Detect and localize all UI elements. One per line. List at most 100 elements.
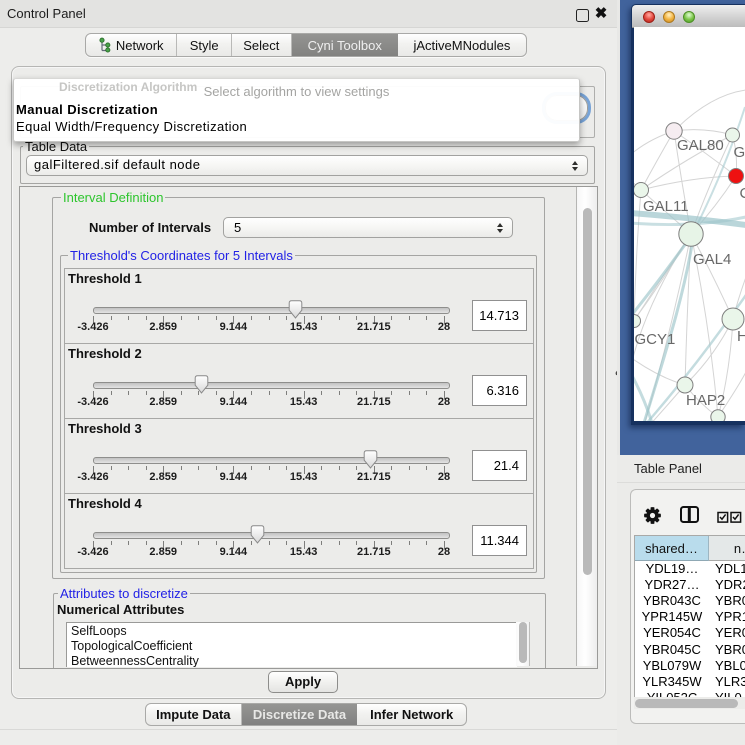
slider-tick-label: 21.715 [357, 396, 391, 408]
slider-tick [356, 316, 357, 320]
apply-button[interactable]: Apply [268, 671, 338, 693]
float-window-icon[interactable] [576, 9, 589, 22]
network-node-GAL4[interactable] [679, 222, 703, 246]
slider-tick-label: 15.43 [290, 321, 318, 333]
attributes-scrollbar-thumb[interactable] [519, 622, 527, 663]
slider-track[interactable] [93, 382, 450, 389]
network-node-RED[interactable] [729, 169, 744, 184]
threshold-slider-3[interactable] [93, 455, 448, 465]
numerical-attributes-list[interactable]: SelfLoopsTopologicalCoefficientBetweenne… [66, 622, 517, 667]
popup-item[interactable]: Equal Width/Frequency Discretization [14, 118, 581, 135]
network-node-HAP2[interactable] [677, 377, 693, 393]
threshold-title: Threshold 1 [68, 271, 142, 286]
slider-track[interactable] [93, 307, 450, 314]
node-table: shared…n… YDL19…YDL1YDR27…YDR2YBR043CYBR… [634, 535, 745, 698]
minimize-traffic-light[interactable] [663, 11, 675, 23]
slider-tick [251, 391, 252, 395]
network-window-titlebar[interactable] [632, 5, 745, 28]
gear-icon[interactable] [644, 507, 661, 524]
table-column-header[interactable]: n… [709, 536, 745, 561]
bottom-tab-infer-network[interactable]: Infer Network [357, 704, 466, 725]
threshold-value-field[interactable]: 11.344 [472, 525, 527, 556]
slider-tick [391, 391, 392, 395]
table-row[interactable]: YDR27…YDR2 [635, 576, 745, 592]
table-column-header[interactable]: shared… [635, 536, 709, 561]
table-panel-header: Table Panel [617, 455, 745, 483]
slider-tick [269, 391, 270, 395]
table-hscrollbar-thumb[interactable] [635, 699, 738, 708]
close-traffic-light[interactable] [643, 11, 655, 23]
tab-select[interactable]: Select [232, 34, 292, 56]
slider-tick [269, 316, 270, 320]
bottom-tab-discretize-data[interactable]: Discretize Data [242, 704, 358, 725]
threshold-title: Threshold 4 [68, 496, 142, 511]
zoom-traffic-light[interactable] [683, 11, 695, 23]
slider-tick-label: 15.43 [290, 396, 318, 408]
table-cell: YER0 [709, 625, 745, 641]
slider-track[interactable] [93, 457, 450, 464]
network-graph: GAL80GACGAL11GAL4GCY1HHAP2 [634, 27, 745, 421]
threshold-value-field[interactable]: 14.713 [472, 300, 527, 331]
panel-scrollbar-thumb[interactable] [583, 208, 592, 575]
column-layout-icon[interactable] [680, 506, 699, 523]
slider-tick [391, 541, 392, 545]
slider-track[interactable] [93, 532, 450, 539]
attributes-list-scrollbar[interactable] [516, 622, 530, 666]
slider-tick [251, 316, 252, 320]
close-icon[interactable]: ✖ [593, 6, 609, 22]
panel-vertical-scrollbar[interactable] [576, 187, 597, 666]
table-row[interactable]: YBR043CYBR0 [635, 592, 745, 608]
threshold-slider-2[interactable] [93, 380, 448, 390]
checkbox-icon[interactable] [730, 511, 742, 523]
checkbox-icon[interactable] [717, 511, 729, 523]
tab-cyni-toolbox[interactable]: Cyni Toolbox [292, 34, 398, 56]
tab-jactivemnodules[interactable]: jActiveMNodules [398, 34, 526, 56]
network-node-label: GCY1 [635, 331, 676, 348]
slider-tick [181, 466, 182, 470]
tab-network[interactable]: Network [86, 34, 177, 56]
slider-tick-labels: -3.4262.8599.14415.4321.71528 [93, 471, 448, 483]
network-node-label: C [740, 185, 745, 202]
slider-tick [286, 391, 287, 395]
table-row[interactable]: YLR345WYLR3 [635, 673, 745, 689]
slider-tick-label: 28 [438, 546, 450, 558]
bottom-tab-impute-data[interactable]: Impute Data [146, 704, 242, 725]
tab-label: jActiveMNodules [414, 38, 511, 53]
table-row[interactable]: YBL079WYBL0 [635, 657, 745, 673]
table-row[interactable]: YPR145WYPR1 [635, 609, 745, 625]
slider-tick [251, 466, 252, 470]
number-of-intervals-combobox[interactable]: 5 [223, 217, 513, 238]
table-horizontal-scrollbar[interactable] [634, 697, 745, 709]
table-cell: YPR1 [709, 609, 745, 625]
network-node-GCY1[interactable] [634, 315, 641, 328]
attribute-item[interactable]: SelfLoops [71, 624, 127, 638]
tab-style[interactable]: Style [177, 34, 232, 56]
table-row[interactable]: YER054CYER0 [635, 625, 745, 641]
slider-tick [198, 466, 199, 470]
slider-tick-label: -3.426 [77, 471, 108, 483]
slider-tick-label: 2.859 [149, 396, 177, 408]
table-cell: YBL0 [709, 657, 745, 673]
threshold-slider-1[interactable] [93, 305, 448, 315]
slider-tick [128, 466, 129, 470]
network-node-H1[interactable] [722, 308, 744, 330]
network-node-GAL11[interactable] [634, 183, 649, 198]
network-node-G1[interactable] [726, 128, 740, 142]
attribute-item[interactable]: TopologicalCoefficient [71, 639, 192, 653]
network-node-B1[interactable] [711, 410, 725, 421]
network-canvas[interactable]: GAL80GACGAL11GAL4GCY1HHAP2 [634, 27, 745, 421]
table-row[interactable]: YDL19…YDL1 [635, 560, 745, 576]
slider-tick-label: -3.426 [77, 396, 108, 408]
combo-stepper-icon [497, 222, 504, 234]
interval-definition-label: Interval Definition [61, 190, 165, 205]
table-data-combobox[interactable]: galFiltered.sif default node [26, 155, 588, 176]
threshold-title: Threshold 3 [68, 421, 142, 436]
network-edge [674, 90, 745, 131]
table-row[interactable]: YBR045CYBR0 [635, 641, 745, 657]
slider-tick-label: 21.715 [357, 321, 391, 333]
popup-item[interactable]: Manual Discretization [14, 101, 581, 118]
attribute-item[interactable]: BetweennessCentrality [71, 654, 199, 667]
threshold-slider-4[interactable] [93, 530, 448, 540]
threshold-value-field[interactable]: 21.4 [472, 450, 527, 481]
threshold-value-field[interactable]: 6.316 [472, 375, 527, 406]
